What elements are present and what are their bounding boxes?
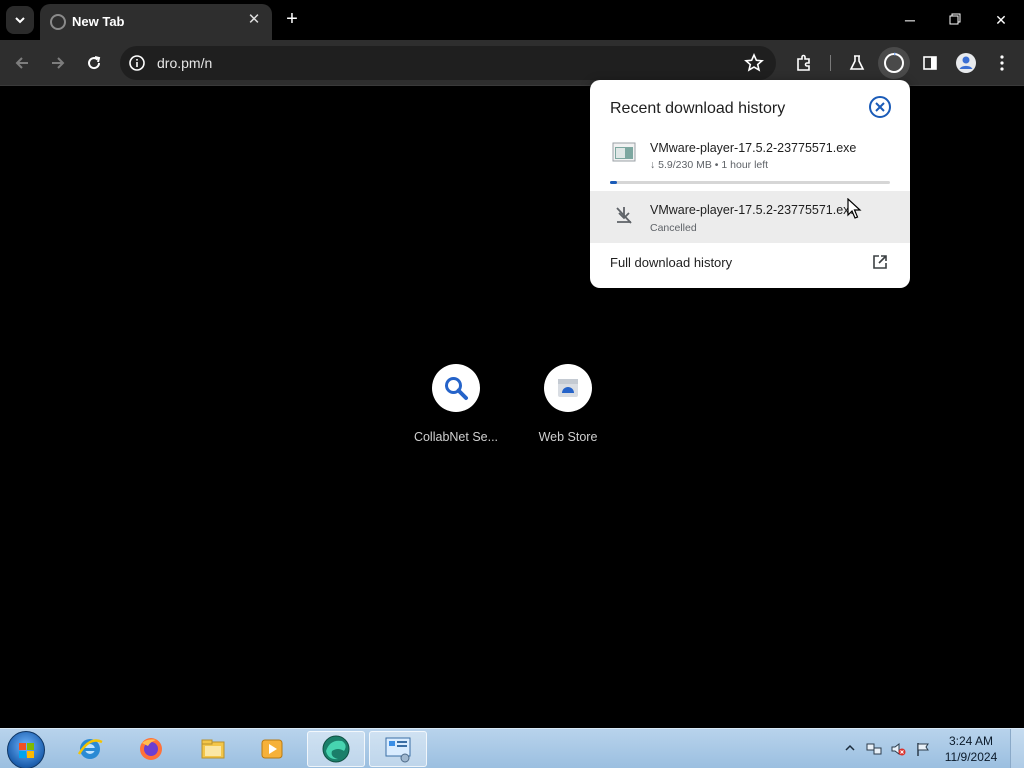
taskbar-clock[interactable]: 3:24 AM 11/9/2024 xyxy=(940,733,1002,765)
shortcut-label: Web Store xyxy=(538,430,598,444)
reload-icon[interactable] xyxy=(82,51,106,75)
volume-muted-icon[interactable] xyxy=(890,741,906,757)
new-tab-button[interactable]: + xyxy=(280,8,304,32)
show-hidden-icons-icon[interactable] xyxy=(845,743,855,753)
download-status: Cancelled xyxy=(650,222,697,234)
side-panel-icon[interactable] xyxy=(918,51,942,75)
download-progress-ring-icon xyxy=(884,52,904,73)
taskbar-media-player[interactable] xyxy=(243,731,301,767)
show-desktop-button[interactable] xyxy=(1010,729,1024,768)
full-download-history-link[interactable]: Full download history xyxy=(610,255,732,270)
shortcut-collabnet[interactable]: CollabNet Se... xyxy=(401,364,511,444)
download-filename: VMware-player-17.5.2-23775571.exe xyxy=(650,203,857,217)
download-progress-bar xyxy=(610,181,890,184)
download-item-in-progress[interactable]: VMware-player-17.5.2-23775571.exe ↓ 5.9/… xyxy=(590,130,910,190)
screen: New Tab ✕ + ─ ✕ dro.pm/n CollabNet Se...… xyxy=(0,0,1024,768)
windows-logo-icon xyxy=(19,743,34,758)
media-player-icon xyxy=(261,739,283,759)
labs-flask-icon[interactable] xyxy=(845,51,869,75)
tab-title: New Tab xyxy=(72,14,125,29)
download-bubble: Recent download history VMware-player-17… xyxy=(590,80,910,288)
extensions-puzzle-icon[interactable] xyxy=(792,51,816,75)
edge-app-icon xyxy=(322,735,350,763)
download-cancelled-icon xyxy=(616,207,632,224)
taskbar-file-explorer[interactable] xyxy=(184,731,242,767)
firefox-icon xyxy=(140,738,162,760)
shortcut-label: CollabNet Se... xyxy=(413,430,499,444)
start-button[interactable] xyxy=(7,731,45,768)
minimize-icon[interactable]: ─ xyxy=(896,8,924,32)
chevron-down-icon xyxy=(15,17,25,24)
download-status: ↓ 5.9/230 MB • 1 hour left xyxy=(650,159,769,171)
download-progress-fill xyxy=(610,181,618,184)
tab-strip: New Tab ✕ + ─ ✕ xyxy=(0,0,1024,40)
download-bubble-title: Recent download history xyxy=(610,100,786,117)
file-explorer-icon xyxy=(201,739,225,759)
clock-date: 11/9/2024 xyxy=(944,750,998,764)
bookmark-star-icon[interactable] xyxy=(744,53,764,73)
close-window-icon[interactable]: ✕ xyxy=(987,8,1015,32)
taskbar: 3:24 AM 11/9/2024 xyxy=(0,728,1024,768)
restore-icon[interactable] xyxy=(941,8,969,32)
internet-explorer-icon xyxy=(77,739,103,759)
open-in-new-icon[interactable] xyxy=(871,253,889,271)
taskbar-control-panel[interactable] xyxy=(369,731,427,767)
toolbar-separator xyxy=(830,55,831,71)
taskbar-firefox[interactable] xyxy=(122,731,180,767)
control-panel-icon xyxy=(385,737,411,763)
clock-time: 3:24 AM xyxy=(948,734,994,748)
profile-avatar-icon[interactable] xyxy=(954,51,978,75)
close-icon[interactable] xyxy=(868,95,892,119)
web-store-icon xyxy=(558,379,578,397)
tab-new-tab[interactable]: New Tab ✕ xyxy=(40,4,272,40)
action-center-flag-icon[interactable] xyxy=(915,741,931,757)
address-bar[interactable]: dro.pm/n xyxy=(120,46,776,80)
taskbar-internet-explorer[interactable] xyxy=(61,731,119,767)
download-filename: VMware-player-17.5.2-23775571.exe xyxy=(650,141,857,155)
download-button[interactable] xyxy=(878,47,910,79)
mouse-cursor-icon xyxy=(847,198,862,219)
exe-file-icon xyxy=(612,142,636,162)
shortcut-icon-circle xyxy=(432,364,480,412)
taskbar-edge-app[interactable] xyxy=(307,731,365,767)
url-text: dro.pm/n xyxy=(157,55,213,71)
site-info-icon[interactable] xyxy=(128,54,146,72)
network-icon[interactable] xyxy=(866,741,882,757)
new-tab-favicon-icon xyxy=(50,14,66,30)
forward-icon[interactable] xyxy=(46,51,70,75)
shortcut-icon-circle xyxy=(544,364,592,412)
search-icon xyxy=(445,377,468,400)
menu-kebab-icon[interactable] xyxy=(990,51,1014,75)
tab-close-icon[interactable]: ✕ xyxy=(244,10,264,30)
tab-search-button[interactable] xyxy=(6,6,34,34)
shortcut-web-store[interactable]: Web Store xyxy=(513,364,623,444)
back-icon[interactable] xyxy=(10,51,34,75)
